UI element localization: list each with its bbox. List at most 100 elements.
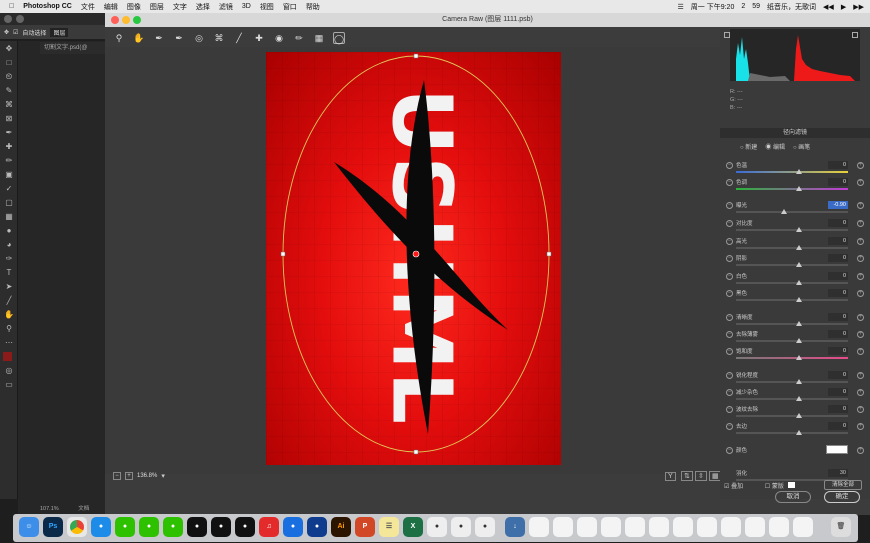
media-play-icon[interactable]: ▶ [841, 3, 846, 11]
excel-icon[interactable]: X [403, 517, 423, 537]
window-thumb-11[interactable] [769, 517, 789, 537]
minus-icon[interactable]: − [726, 331, 733, 338]
shape-icon[interactable]: ╱ [2, 294, 16, 307]
minus-icon[interactable]: − [726, 179, 733, 186]
plus-icon[interactable]: + [857, 238, 864, 245]
slider-thumb[interactable] [795, 297, 802, 302]
move-icon[interactable]: ✥ [2, 42, 16, 55]
compare-y-icon[interactable]: Y [665, 471, 676, 481]
ps-min-dot[interactable] [16, 15, 24, 23]
screen-mode-icon[interactable]: ▭ [2, 378, 16, 391]
clock-text[interactable]: 周一 下午9:20 [691, 2, 735, 12]
menu-filter[interactable]: 滤镜 [219, 2, 233, 12]
slider-thumb[interactable] [795, 262, 802, 267]
window-thumb-8[interactable] [697, 517, 717, 537]
slider-track[interactable] [736, 323, 848, 325]
adjust-value[interactable]: 0 [828, 422, 848, 430]
slider-track[interactable] [736, 188, 848, 190]
mask-checkbox[interactable]: ☐ [765, 484, 770, 490]
powerpoint-icon[interactable]: P [355, 517, 375, 537]
minus-icon[interactable]: − [726, 162, 733, 169]
shadow-clip-icon[interactable] [852, 32, 858, 38]
plus-icon[interactable]: + [857, 202, 864, 209]
qq-icon[interactable]: ● [187, 517, 207, 537]
ps-zoom-text[interactable]: 107.1% [40, 506, 59, 512]
media-prev-icon[interactable]: ◀◀ [823, 3, 834, 11]
adjust-value[interactable]: 0 [828, 330, 848, 338]
wechat-3-icon[interactable]: ● [163, 517, 183, 537]
slider-thumb[interactable] [781, 209, 788, 214]
swap-icon[interactable]: ⇅ [681, 471, 693, 481]
menu-select[interactable]: 选择 [196, 2, 210, 12]
slider-track[interactable] [736, 415, 848, 417]
user-name[interactable]: 纸音乐，无歌词 [767, 2, 816, 12]
ps-close-dot[interactable] [4, 15, 12, 23]
app-icon[interactable]: ● [307, 517, 327, 537]
menu-help[interactable]: 帮助 [306, 2, 320, 12]
adjust-value[interactable]: 0 [828, 405, 848, 413]
slider-track[interactable] [736, 282, 848, 284]
ps-document-tab[interactable]: 切割文字.psd(@ [40, 42, 108, 54]
adjust-brush-icon[interactable]: ✏ [293, 32, 305, 44]
marquee-icon[interactable]: □ [2, 56, 16, 69]
adjust-value[interactable]: 0 [828, 161, 848, 169]
slider-track[interactable] [736, 211, 848, 213]
plus-icon[interactable]: + [857, 423, 864, 430]
color-swatch[interactable] [826, 445, 848, 454]
mode-edit[interactable]: ◉ 编辑 [765, 142, 785, 151]
minus-icon[interactable]: − [726, 372, 733, 379]
zoom-tool-icon[interactable]: ⚲ [113, 32, 125, 44]
notification-badge[interactable]: 2 [741, 3, 745, 10]
slider-thumb[interactable] [795, 245, 802, 250]
crop-tool-icon[interactable]: ⌘ [213, 32, 225, 44]
adjust-value[interactable]: 0 [828, 178, 848, 186]
trash-icon[interactable]: 🗑 [831, 517, 851, 537]
plus-icon[interactable]: + [857, 273, 864, 280]
slider-track[interactable] [736, 432, 848, 434]
autoselect-checkbox[interactable]: ☑ [13, 29, 18, 36]
slider-thumb[interactable] [795, 280, 802, 285]
window-thumb-1[interactable] [529, 517, 549, 537]
slider-thumb[interactable] [795, 355, 802, 360]
zoom-dot[interactable] [133, 16, 141, 24]
menu-type[interactable]: 文字 [173, 2, 187, 12]
slider-track[interactable] [736, 381, 848, 383]
downloads-icon[interactable]: ↓ [505, 517, 525, 537]
slider-thumb[interactable] [795, 413, 802, 418]
slider-thumb[interactable] [795, 430, 802, 435]
red-eye-icon[interactable]: ◉ [273, 32, 285, 44]
type-icon[interactable]: T [2, 266, 16, 279]
minus-icon[interactable]: − [726, 202, 733, 209]
plus-icon[interactable]: + [857, 255, 864, 262]
slider-thumb[interactable] [795, 169, 802, 174]
window-thumb-2[interactable] [553, 517, 573, 537]
minus-icon[interactable]: − [726, 220, 733, 227]
qq-browser-icon[interactable]: ● [91, 517, 111, 537]
adjust-value[interactable]: 0 [828, 388, 848, 396]
highlight-clip-icon[interactable] [724, 32, 730, 38]
quick-select-icon[interactable]: ✎ [2, 84, 16, 97]
slider-track[interactable] [736, 398, 848, 400]
feishu-icon[interactable]: ● [427, 517, 447, 537]
adjust-value[interactable]: 0 [828, 313, 848, 321]
menu-image[interactable]: 图像 [127, 2, 141, 12]
window-thumb-6[interactable] [649, 517, 669, 537]
app-2-icon[interactable]: ● [451, 517, 471, 537]
pen-icon[interactable]: ✑ [2, 252, 16, 265]
apple-icon[interactable]:  [9, 3, 14, 10]
minus-icon[interactable]: − [726, 273, 733, 280]
stamp-icon[interactable]: ▣ [2, 168, 16, 181]
plus-icon[interactable]: + [857, 162, 864, 169]
wifi-icon[interactable]: ☰ [677, 3, 683, 11]
plus-icon[interactable]: + [857, 179, 864, 186]
foreground-color-swatch[interactable] [3, 352, 12, 361]
menu-window[interactable]: 窗口 [283, 2, 297, 12]
zoom-in-icon[interactable]: + [125, 472, 133, 480]
heal-icon[interactable]: ✚ [2, 140, 16, 153]
dodge-icon[interactable]: ◕ [2, 238, 16, 251]
eyedropper-icon[interactable]: ✒ [2, 126, 16, 139]
window-thumb-9[interactable] [721, 517, 741, 537]
window-thumb-5[interactable] [625, 517, 645, 537]
slider-track[interactable] [736, 340, 848, 342]
frame-icon[interactable]: ⊠ [2, 112, 16, 125]
